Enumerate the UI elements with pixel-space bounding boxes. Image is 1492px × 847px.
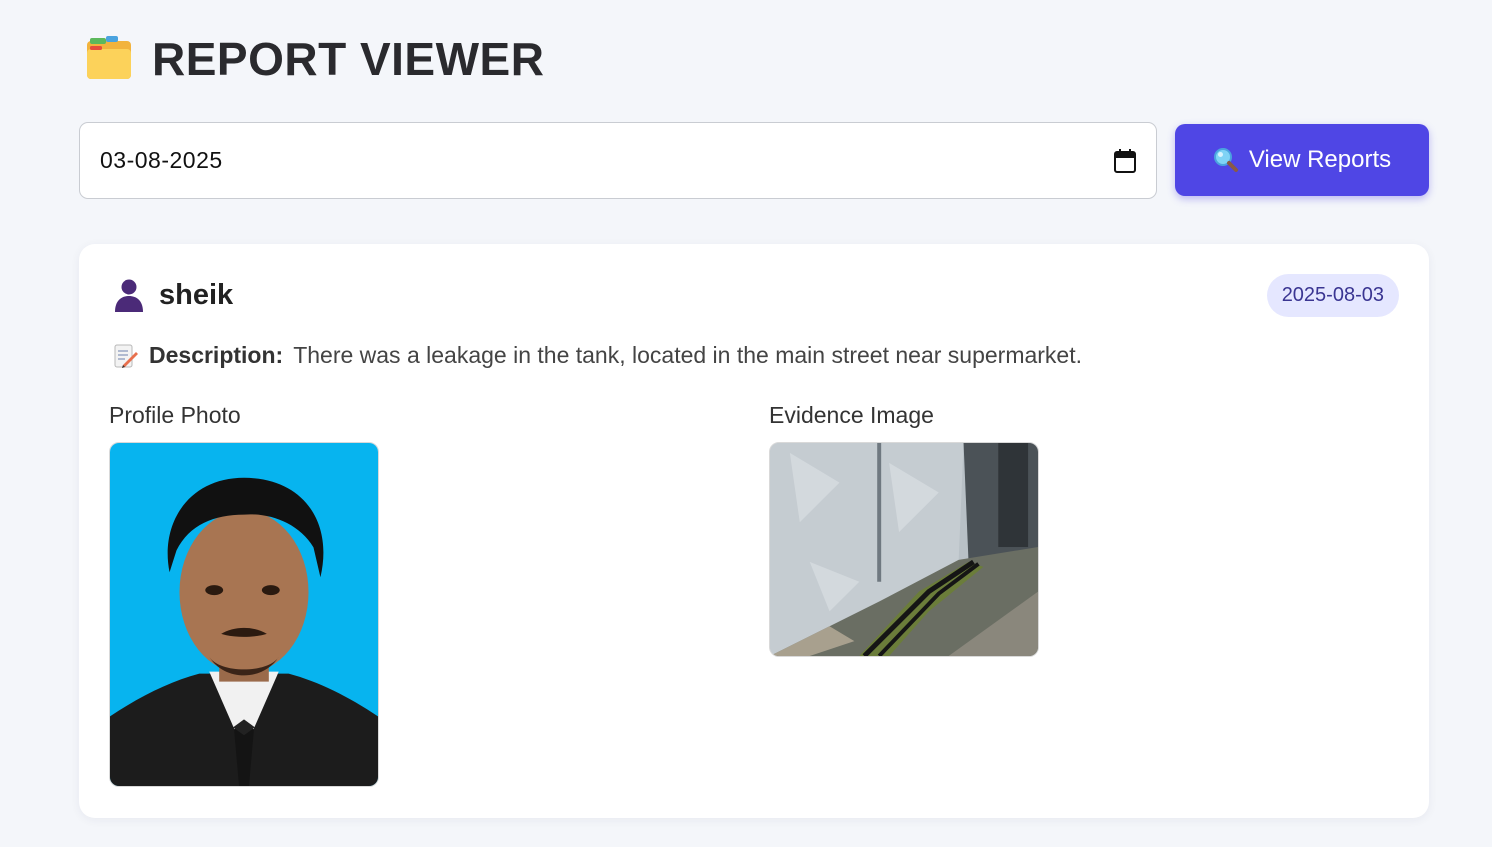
report-card: sheik 2025-08-03 Description: There was … bbox=[79, 244, 1429, 818]
page-header: REPORT VIEWER bbox=[84, 32, 544, 86]
view-reports-label: View Reports bbox=[1248, 146, 1392, 173]
report-controls: 03-08-2025 View Reports bbox=[79, 122, 1429, 199]
date-input-value: 03-08-2025 bbox=[100, 147, 223, 173]
evidence-image bbox=[769, 442, 1039, 657]
description-row: Description: There was a leakage in the … bbox=[113, 342, 1082, 369]
profile-photo-label: Profile Photo bbox=[109, 402, 241, 428]
memo-icon bbox=[114, 344, 138, 368]
folder-icon bbox=[87, 36, 131, 79]
date-badge: 2025-08-03 bbox=[1266, 274, 1399, 317]
profile-photo bbox=[109, 442, 379, 787]
calendar-icon[interactable] bbox=[1114, 148, 1136, 173]
date-input[interactable]: 03-08-2025 bbox=[79, 122, 1157, 199]
description-label: Description: bbox=[149, 342, 284, 368]
description-text: There was a leakage in the tank, located… bbox=[293, 342, 1083, 368]
view-reports-button[interactable]: View Reports bbox=[1175, 124, 1429, 196]
report-user: sheik bbox=[113, 278, 233, 312]
page-title: REPORT VIEWER bbox=[152, 33, 545, 85]
user-name: sheik bbox=[159, 278, 234, 311]
evidence-image-label: Evidence Image bbox=[769, 402, 934, 428]
user-icon bbox=[115, 279, 143, 312]
magnifier-icon bbox=[1213, 148, 1238, 172]
